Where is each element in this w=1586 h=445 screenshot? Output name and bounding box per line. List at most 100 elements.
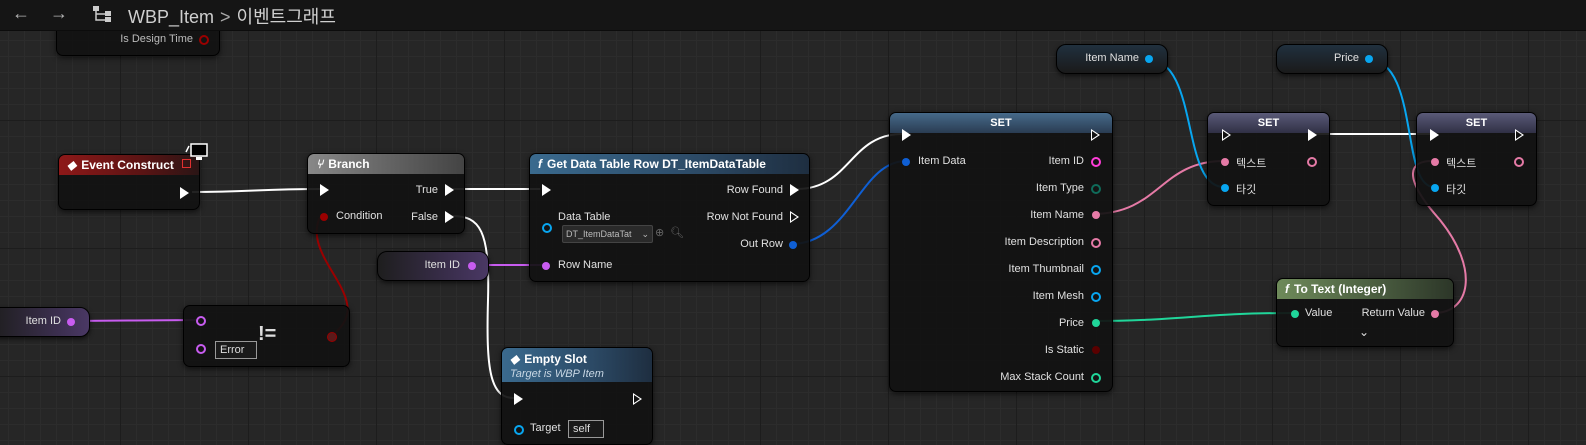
to-text-return-pin[interactable] bbox=[1431, 310, 1439, 318]
branch-false-label: False bbox=[411, 211, 438, 223]
item-id-variable-2[interactable]: Item ID bbox=[0, 307, 90, 337]
item-name-var-pin[interactable] bbox=[1145, 55, 1153, 63]
empty-slot-exec-in[interactable] bbox=[514, 393, 523, 405]
event-construct-header: ◆ Event Construct bbox=[59, 155, 199, 175]
out-item-mesh-label: Item Mesh bbox=[1032, 290, 1084, 302]
data-table-pin[interactable] bbox=[542, 223, 552, 233]
row-not-found-pin[interactable] bbox=[790, 211, 799, 223]
set-text2-exec-out[interactable] bbox=[1515, 129, 1524, 141]
row-name-pin[interactable] bbox=[542, 262, 550, 270]
not-equal-input[interactable]: Error bbox=[215, 341, 257, 359]
set-text1-target-label: 타깃 bbox=[1236, 184, 1257, 196]
set-text1-text-pin[interactable] bbox=[1221, 158, 1229, 166]
browse-icon[interactable]: 🔍︎ bbox=[670, 226, 684, 239]
branch-icon: ⑂ bbox=[316, 157, 324, 171]
out-item-id-label: Item ID bbox=[1048, 155, 1084, 167]
branch-exec-in[interactable] bbox=[320, 184, 329, 196]
set-text2-text-pin[interactable] bbox=[1431, 158, 1439, 166]
set-text2-out-pin[interactable] bbox=[1514, 157, 1524, 167]
item-id-var2-label: Item ID bbox=[25, 315, 61, 327]
out-item-description-pin[interactable] bbox=[1091, 238, 1101, 248]
empty-slot-exec-out[interactable] bbox=[633, 393, 642, 405]
chevron-down-icon: ⌄ bbox=[641, 229, 649, 239]
item-id-var1-label: Item ID bbox=[424, 259, 460, 271]
data-table-value: DT_ItemDataTat bbox=[566, 229, 632, 239]
item-id-var1-pin[interactable] bbox=[468, 262, 476, 270]
not-equal-b-pin[interactable] bbox=[196, 344, 206, 354]
empty-slot-title: Empty Slot bbox=[524, 352, 587, 366]
set-text1-target-pin[interactable] bbox=[1221, 184, 1229, 192]
arrow-left-icon: ← bbox=[12, 3, 30, 23]
branch-true-pin[interactable] bbox=[445, 184, 454, 196]
not-equal-node[interactable]: Error != bbox=[183, 305, 350, 367]
branch-header: ⑂ Branch bbox=[308, 154, 464, 174]
empty-slot-header: ◆ Empty Slot Target is WBP Item bbox=[502, 348, 652, 382]
empty-slot-target-pin[interactable] bbox=[514, 425, 524, 435]
not-equal-a-pin[interactable] bbox=[196, 316, 206, 326]
set-struct-exec-in[interactable] bbox=[902, 129, 911, 141]
set-struct-exec-out[interactable] bbox=[1091, 129, 1100, 141]
out-is-static-pin[interactable] bbox=[1092, 346, 1100, 354]
branch-title: Branch bbox=[328, 157, 370, 171]
item-name-var-label: Item Name bbox=[1085, 52, 1139, 64]
row-found-pin[interactable] bbox=[790, 184, 799, 196]
branch-node[interactable]: ⑂ Branch True Condition False bbox=[307, 153, 465, 234]
empty-slot-target-label: Target bbox=[530, 422, 561, 434]
set-text1-exec-in[interactable] bbox=[1222, 129, 1231, 141]
branch-false-pin[interactable] bbox=[445, 211, 454, 223]
to-text-value-pin[interactable] bbox=[1291, 310, 1299, 318]
forward-button[interactable]: → bbox=[46, 3, 72, 23]
breadcrumb-graph[interactable]: 이벤트그래프 bbox=[237, 7, 336, 27]
branch-condition-pin[interactable] bbox=[320, 213, 328, 221]
to-text-value-label: Value bbox=[1305, 307, 1333, 319]
row-not-found-label: Row Not Found bbox=[706, 211, 783, 223]
event-construct-title: Event Construct bbox=[81, 158, 174, 172]
empty-slot-target-input[interactable]: self bbox=[568, 420, 604, 438]
back-button[interactable]: ← bbox=[8, 3, 34, 23]
is-design-time-label: Is Design Time bbox=[120, 33, 193, 45]
set-text-node-2[interactable]: SET 텍스트 타깃 bbox=[1416, 112, 1537, 206]
out-row-pin[interactable] bbox=[789, 241, 797, 249]
is-design-time-pin[interactable] bbox=[199, 35, 209, 45]
out-item-thumbnail-label: Item Thumbnail bbox=[1008, 263, 1084, 275]
item-data-pin[interactable] bbox=[902, 158, 910, 166]
set-text1-out-pin[interactable] bbox=[1307, 157, 1317, 167]
set-text1-exec-out[interactable] bbox=[1308, 129, 1317, 141]
get-data-table-row-node[interactable]: f Get Data Table Row DT_ItemDataTable Row… bbox=[529, 153, 810, 282]
item-name-variable[interactable]: Item Name bbox=[1056, 44, 1168, 74]
price-variable[interactable]: Price bbox=[1276, 44, 1388, 74]
price-var-label: Price bbox=[1333, 52, 1359, 64]
out-item-type-label: Item Type bbox=[1035, 182, 1084, 194]
to-text-integer-node[interactable]: f To Text (Integer) Value Return Value ⌄ bbox=[1276, 278, 1454, 347]
graph-toolbar: ← → WBP_Item > 이벤트그래프 bbox=[0, 0, 1586, 31]
get-row-title: Get Data Table Row DT_ItemDataTable bbox=[547, 157, 766, 171]
price-var-pin[interactable] bbox=[1365, 55, 1373, 63]
event-construct-node[interactable]: ◆ Event Construct bbox=[58, 154, 200, 210]
set-text2-exec-in[interactable] bbox=[1430, 129, 1439, 141]
empty-slot-subtitle: Target is WBP Item bbox=[510, 368, 604, 380]
set-text-node-1[interactable]: SET 텍스트 타깃 bbox=[1207, 112, 1330, 206]
expand-chevron-icon[interactable]: ⌄ bbox=[1359, 325, 1369, 339]
out-item-mesh-pin[interactable] bbox=[1091, 292, 1101, 302]
set-text1-text-label: 텍스트 bbox=[1236, 158, 1267, 170]
out-price-pin[interactable] bbox=[1092, 319, 1100, 327]
breadcrumb: WBP_Item > 이벤트그래프 bbox=[128, 3, 336, 29]
item-id-var2-pin[interactable] bbox=[67, 318, 75, 326]
out-item-thumbnail-pin[interactable] bbox=[1091, 265, 1101, 275]
set-text2-target-pin[interactable] bbox=[1431, 184, 1439, 192]
out-max-stack-count-pin[interactable] bbox=[1091, 373, 1101, 383]
out-item-description-label: Item Description bbox=[1004, 236, 1084, 248]
out-item-name-pin[interactable] bbox=[1092, 211, 1100, 219]
item-id-variable-1[interactable]: Item ID bbox=[377, 251, 489, 281]
set-struct-node[interactable]: SET Item Data Item ID Item Type Item Nam… bbox=[889, 112, 1113, 392]
data-table-dropdown[interactable]: DT_ItemDataTat ⌄ bbox=[562, 225, 653, 243]
breadcrumb-blueprint[interactable]: WBP_Item bbox=[128, 7, 214, 27]
event-construct-exec-out[interactable] bbox=[180, 187, 189, 199]
out-item-type-pin[interactable] bbox=[1091, 184, 1101, 194]
empty-slot-node[interactable]: ◆ Empty Slot Target is WBP Item Target se… bbox=[501, 347, 653, 445]
use-selected-icon[interactable]: ⊕ bbox=[655, 226, 664, 239]
row-name-label: Row Name bbox=[558, 259, 613, 271]
not-equal-return-pin[interactable] bbox=[327, 332, 337, 342]
get-row-exec-in[interactable] bbox=[542, 184, 551, 196]
out-item-id-pin[interactable] bbox=[1091, 157, 1101, 167]
